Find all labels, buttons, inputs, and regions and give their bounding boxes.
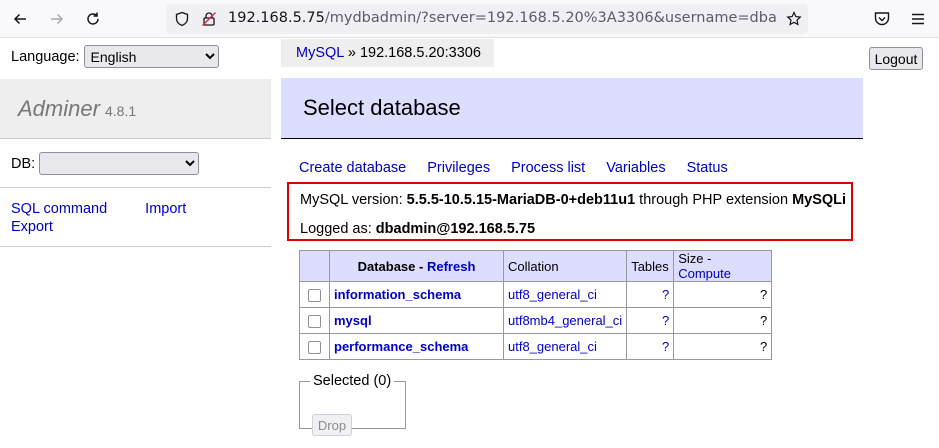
breadcrumb-separator: » <box>347 45 356 61</box>
sidebar: Language: English Adminer 4.8.1 DB: SQL … <box>0 39 271 448</box>
table-row: mysql utf8mb4_general_ci ? ? <box>299 307 773 334</box>
tables-header: Tables <box>626 250 675 282</box>
drop-button[interactable]: Drop <box>312 414 352 436</box>
pocket-icon[interactable] <box>872 9 892 29</box>
size-value: ? <box>673 307 773 334</box>
variables-link[interactable]: Variables <box>606 160 665 176</box>
php-extension: MySQLi <box>792 192 847 208</box>
divider <box>0 246 271 247</box>
db-label: DB: <box>11 155 36 172</box>
database-link[interactable]: performance_schema <box>334 339 468 354</box>
create-database-link[interactable]: Create database <box>299 160 406 176</box>
size-value: ? <box>673 333 773 360</box>
brand-header: Adminer 4.8.1 <box>0 79 271 139</box>
db-select[interactable] <box>39 152 200 175</box>
language-row: Language: English <box>11 45 219 68</box>
logged-as-value: dbadmin@192.168.5.75 <box>375 221 536 237</box>
database-link[interactable]: information_schema <box>334 287 461 302</box>
adminer-page: Language: English Adminer 4.8.1 DB: SQL … <box>0 39 939 448</box>
tables-count-link[interactable]: ? <box>662 313 669 328</box>
database-header: Database - Refresh <box>329 250 504 282</box>
database-table: Database - Refresh Collation Tables Size… <box>299 250 773 360</box>
selected-fieldset: Selected (0) Drop <box>299 373 406 436</box>
app-version: 4.8.1 <box>105 103 137 119</box>
insecure-lock-icon[interactable] <box>201 11 217 27</box>
privileges-link[interactable]: Privileges <box>427 160 490 176</box>
database-link[interactable]: mysql <box>334 313 372 328</box>
refresh-link[interactable]: Refresh <box>427 259 475 274</box>
db-row: DB: <box>11 152 200 175</box>
server-info-highlight: MySQL version: 5.5.5-10.5.15-MariaDB-0+d… <box>287 182 853 241</box>
compute-link[interactable]: Compute <box>678 266 731 281</box>
size-header: Size - Compute <box>673 250 773 282</box>
logged-as-line: Logged as: dbadmin@192.168.5.75 <box>300 221 536 237</box>
bookmark-star-icon[interactable] <box>786 11 802 27</box>
row-checkbox[interactable] <box>308 341 321 355</box>
collation-header: Collation <box>502 250 628 282</box>
breadcrumb: MySQL » 192.168.5.20:3306 <box>281 39 494 67</box>
back-icon[interactable] <box>7 6 33 32</box>
status-link[interactable]: Status <box>687 160 728 176</box>
app-name-link[interactable]: Adminer <box>18 96 100 122</box>
process-list-link[interactable]: Process list <box>511 160 585 176</box>
selected-legend: Selected (0) <box>313 373 392 389</box>
shield-icon[interactable] <box>174 11 190 27</box>
page-title: Select database <box>303 95 461 120</box>
url-bar[interactable]: 192.168.5.75/mydbadmin/?server=192.168.5… <box>166 4 808 34</box>
logout-button[interactable]: Logout <box>869 47 923 70</box>
breadcrumb-mysql-link[interactable]: MySQL <box>296 45 344 61</box>
version-value: 5.5.5-10.5.15-MariaDB-0+deb11u1 <box>406 192 636 208</box>
sql-command-link[interactable]: SQL command <box>11 201 107 217</box>
version-line: MySQL version: 5.5.5-10.5.15-MariaDB-0+d… <box>300 192 847 208</box>
url-text[interactable]: 192.168.5.75/mydbadmin/?server=192.168.5… <box>228 10 776 26</box>
reload-icon[interactable] <box>80 6 106 32</box>
collation-link[interactable]: utf8_general_ci <box>508 339 597 354</box>
divider <box>0 187 271 188</box>
row-checkbox[interactable] <box>308 289 321 303</box>
breadcrumb-server: 192.168.5.20:3306 <box>359 45 481 61</box>
table-row: performance_schema utf8_general_ci ? ? <box>299 333 773 360</box>
export-link[interactable]: Export <box>11 219 53 235</box>
forward-icon[interactable] <box>44 6 70 32</box>
action-links: Create database Privileges Process list Var… <box>299 160 749 176</box>
tables-count-link[interactable]: ? <box>662 339 669 354</box>
language-label: Language: <box>11 48 80 65</box>
sidebar-links: SQL command Import Export <box>11 200 224 236</box>
browser-toolbar: 192.168.5.75/mydbadmin/?server=192.168.5… <box>0 0 939 38</box>
collation-link[interactable]: utf8mb4_general_ci <box>508 313 622 328</box>
import-link[interactable]: Import <box>145 201 186 217</box>
table-row: information_schema utf8_general_ci ? ? <box>299 281 773 308</box>
tables-count-link[interactable]: ? <box>662 287 669 302</box>
language-select[interactable]: English <box>83 45 219 68</box>
size-value: ? <box>673 281 773 308</box>
collation-link[interactable]: utf8_general_ci <box>508 287 597 302</box>
hamburger-menu-icon[interactable] <box>908 9 928 29</box>
select-all-header <box>299 250 330 282</box>
page-heading: Select database <box>281 78 863 139</box>
row-checkbox[interactable] <box>308 315 321 329</box>
